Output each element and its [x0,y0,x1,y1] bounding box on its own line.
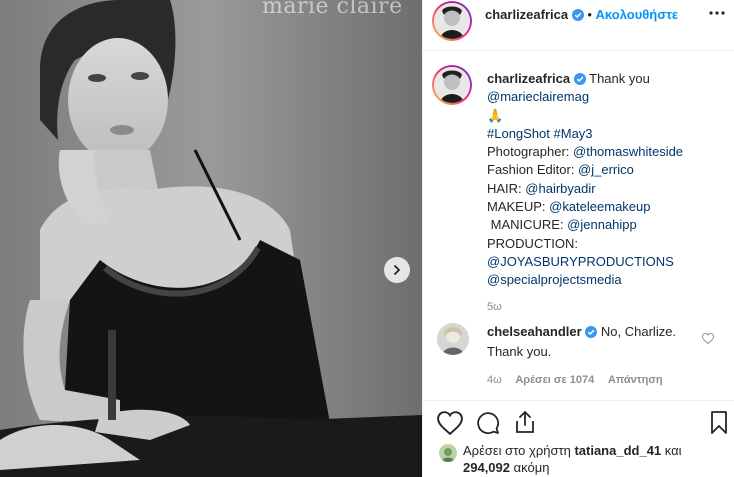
post-photo[interactable]: marie claire [0,0,422,477]
likes-and: και [661,443,682,458]
photo-image [0,0,422,477]
post-side-panel: charlizeafrica • Ακολουθήστε charlizeafr… [422,0,734,477]
mention-manicure[interactable]: @jennahipp [567,217,637,232]
instagram-post: marie claire charlizeafrica • Ακολουθήστ… [0,0,734,477]
liker-username[interactable]: tatiana_dd_41 [574,443,661,458]
hair-label: HAIR: [487,180,526,196]
comment-like-heart-icon[interactable] [702,333,714,344]
likes-count[interactable]: 294,092 [463,460,510,475]
avatar-image [434,67,470,103]
mention-fashion-editor[interactable]: @j_errico [578,162,634,177]
verified-badge-icon [585,326,598,338]
mention-hair[interactable]: @hairbyadir [525,181,595,196]
manicure-label: MANICURE: [487,217,568,233]
likes-summary: Αρέσει στο χρήστη tatiana_dd_41 και 294,… [463,442,734,476]
comment-likes-count[interactable]: Αρέσει σε 1074 [515,374,594,386]
comment-reply-button[interactable]: Απάντηση [608,374,663,386]
likes-prefix: Αρέσει στο χρήστη [463,443,575,458]
avatar-image [439,444,457,462]
caption-first-line: charlizeafrica Thank you [487,70,723,88]
comment-text-line2: Thank you. [487,344,552,359]
magazine-watermark: marie claire [262,0,403,19]
photographer-label: Photographer: [487,144,574,160]
caption-text: Thank you [589,71,650,86]
mention-production[interactable]: @JOYASBURYPRODUCTIONS [487,254,674,269]
comment: chelseahandler No, Charlize. Thank you. [487,322,707,362]
mention-photographer[interactable]: @thomaswhiteside [573,144,683,159]
next-photo-button[interactable] [384,257,410,283]
caption-username[interactable]: charlizeafrica [487,71,570,86]
comment-text-line1: No, Charlize. [600,324,677,339]
caption-avatar [434,67,470,103]
save-bookmark-icon[interactable] [710,411,728,435]
mention-special-projects[interactable]: @specialprojectsmedia [487,272,622,287]
verified-badge-icon [573,73,586,85]
caption-avatar-ring[interactable] [432,65,472,105]
more-options-icon[interactable] [709,10,725,16]
praying-hands-emoji: 🙏 [487,107,504,123]
mention-marieclairemag[interactable]: @marieclairemag [487,89,589,104]
like-heart-icon[interactable] [437,411,463,435]
commenter-avatar[interactable] [437,323,469,355]
action-bar [423,400,734,441]
caption-hashtags[interactable]: #LongShot #May3 [487,126,593,141]
author-username[interactable]: charlizeafrica [485,7,568,22]
share-icon[interactable] [514,410,536,434]
fashion-editor-label: Fashion Editor: [487,162,579,178]
liker-avatar[interactable] [439,444,457,462]
header-separator: • [587,7,592,22]
header-line: charlizeafrica • Ακολουθήστε [485,7,678,22]
post-caption: charlizeafrica Thank you @marieclairemag… [487,70,723,316]
production-label: PRODUCTION: [487,235,578,251]
comment-timestamp[interactable]: 4ω [487,374,502,386]
likes-more: ακόμη [510,460,550,475]
avatar-image [437,323,469,355]
follow-button[interactable]: Ακολουθήστε [596,7,679,22]
caption-timestamp[interactable]: 5ω [487,301,502,313]
makeup-label: MAKEUP: [487,199,550,215]
author-avatar-ring[interactable] [432,1,472,41]
comment-bubble-icon[interactable] [476,411,500,435]
commenter-username[interactable]: chelseahandler [487,324,582,339]
mention-makeup[interactable]: @kateleemakeup [549,199,650,214]
avatar-image [434,3,470,39]
comment-meta: 4ω Αρέσει σε 1074 Απάντηση [487,371,663,386]
chevron-right-icon [394,265,400,275]
author-avatar [434,3,470,39]
verified-badge-icon [571,9,584,21]
post-header: charlizeafrica • Ακολουθήστε [423,0,734,51]
